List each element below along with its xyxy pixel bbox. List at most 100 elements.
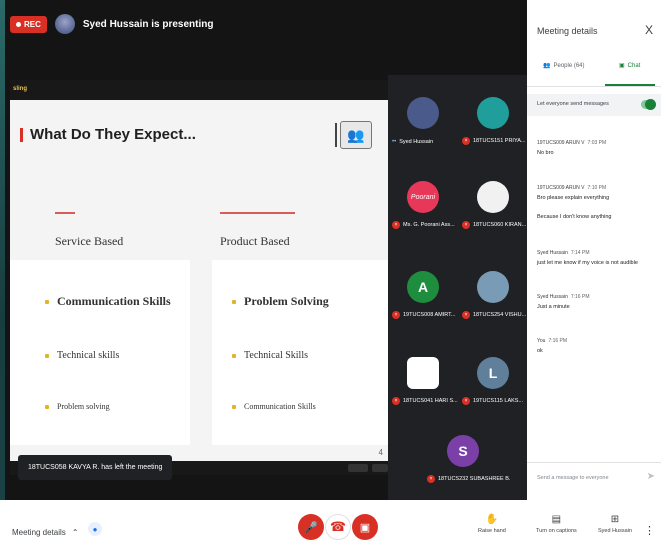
message-meta: Syed Hussain 7:14 PM	[537, 250, 655, 256]
captions-button[interactable]: ▤ Turn on captions	[536, 514, 577, 534]
message-time: 7:03 PM	[587, 140, 607, 146]
item-label: Communication Skills	[244, 402, 316, 411]
meeting-details-panel: Meeting details X 👥 People (64) ▣ Chat L…	[527, 0, 661, 500]
chat-message: Syed Hussain 7:14 PM just let me know if …	[537, 250, 655, 266]
tab-people[interactable]: 👥 People (64)	[543, 62, 585, 70]
mic-off-icon: ×	[392, 397, 400, 405]
shield-icon[interactable]: ●	[88, 522, 102, 536]
phone-hangup-icon: ☎	[329, 519, 347, 534]
present-now-button[interactable]: ⊞ Syed Hussain	[598, 514, 632, 534]
chat-input-area: Send a message to everyone ➤	[527, 462, 661, 492]
title-accent-bar	[20, 127, 23, 142]
slide-nav-control[interactable]	[348, 464, 368, 472]
participant-name: 18TUCS041 HARI S...	[403, 398, 458, 404]
send-icon[interactable]: ➤	[647, 471, 655, 482]
slide-logo-icon: sling	[13, 86, 28, 92]
captions-label: Turn on captions	[536, 528, 577, 534]
mic-off-icon: ×	[462, 397, 470, 405]
close-icon[interactable]: X	[645, 23, 653, 37]
participant-label: × 19TUCS115 LAKS...	[462, 397, 523, 405]
participant-label: × 19TUCS008 AMIRT...	[392, 311, 455, 319]
recording-label: REC	[24, 19, 41, 29]
bullet-icon	[45, 353, 49, 358]
avatar: Poorani	[407, 181, 439, 213]
participant-name: 18TUCS232 SUBASHREE B.	[438, 476, 511, 482]
setting-label: Let everyone send messages	[537, 101, 609, 107]
list-item: Problem solving	[45, 402, 110, 411]
presentation-slide: sling What Do They Expect... 👥 Service B…	[10, 80, 393, 475]
hang-up-button[interactable]: ☎	[325, 514, 351, 540]
bullet-icon	[232, 404, 236, 409]
avatar	[407, 357, 439, 389]
participant-name: 18TUCS060 KIRAN...	[473, 222, 527, 228]
bullet-icon	[45, 404, 49, 409]
participant-label: •• Syed Hussain	[392, 139, 433, 145]
people-icon: 👥	[340, 121, 372, 149]
message-sender: 19TUCS009 ARUN V	[537, 140, 585, 146]
item-label: Problem Solving	[244, 294, 329, 308]
avatar: L	[477, 357, 509, 389]
present-icon: ⊞	[610, 514, 620, 525]
mic-off-icon: ×	[462, 221, 470, 229]
presenting-label: Syed Hussain is presenting	[82, 18, 214, 30]
participant-name: Syed Hussain	[399, 139, 434, 145]
right-column-card: Problem Solving Technical Skills Communi…	[212, 260, 388, 445]
item-label: Technical skills	[57, 350, 120, 361]
participant-tile[interactable]: •• Syed Hussain	[388, 87, 458, 147]
slide-icon-bar	[335, 123, 337, 147]
list-item: Technical Skills	[232, 350, 308, 361]
tab-people-label: People (64)	[553, 62, 585, 69]
participant-name: 18TUCS151 PRIYA...	[473, 138, 526, 144]
avatar	[477, 181, 509, 213]
recording-badge: REC	[10, 15, 47, 33]
participant-name: 18TUCS254 VISHU...	[473, 312, 527, 318]
avatar: A	[407, 271, 439, 303]
participant-tile[interactable]: × 18TUCS151 PRIYA...	[458, 87, 528, 147]
list-item: Problem Solving	[232, 294, 329, 309]
participant-tile[interactable]: L × 19TUCS115 LAKS...	[458, 347, 528, 407]
raise-hand-button[interactable]: ✋ Raise hand	[478, 514, 506, 534]
participant-tile[interactable]: S × 18TUCS232 SUBASHREE B.	[423, 425, 510, 485]
item-label: Technical Skills	[244, 350, 309, 361]
participant-name: 19TUCS008 AMIRT...	[403, 312, 456, 318]
message-meta: You 7:16 PM	[537, 338, 655, 344]
camera-off-icon: ▣	[359, 521, 371, 534]
meeting-details-button[interactable]: Meeting details ⌃	[12, 528, 79, 537]
message-time: 7:16 PM	[570, 294, 590, 300]
participant-label: × 18TUCS254 VISHU...	[462, 311, 526, 319]
camera-off-button[interactable]: ▣	[352, 514, 378, 540]
left-meeting-toast: 18TUCS058 KAVYA R. has left the meeting	[18, 455, 173, 480]
microphone-off-button[interactable]: 🎤	[298, 514, 324, 540]
mic-off-icon: 🎤	[304, 521, 318, 534]
message-meta: 19TUCS009 ARUN V 7:10 PM	[537, 185, 655, 191]
people-icon: 👥	[543, 63, 551, 69]
slide-fullscreen-control[interactable]	[372, 464, 388, 472]
left-column-header: Service Based	[55, 234, 124, 248]
participant-tile[interactable]: × 18TUCS254 VISHU...	[458, 261, 528, 321]
tab-chat-label: Chat	[627, 62, 641, 69]
send-messages-toggle[interactable]	[641, 99, 656, 110]
slide-page-number: 4	[378, 448, 383, 457]
chat-input[interactable]: Send a message to everyone	[537, 475, 609, 481]
more-options-icon[interactable]: ⋮	[644, 524, 655, 537]
participant-tile[interactable]: × 18TUCS060 KIRAN...	[458, 171, 528, 231]
participant-tile[interactable]: × 18TUCS041 HARI S...	[388, 347, 458, 407]
mic-off-icon: ×	[392, 221, 400, 229]
participant-label: × 18TUCS151 PRIYA...	[462, 137, 525, 145]
bullet-icon	[45, 299, 49, 304]
toggle-knob	[645, 99, 656, 110]
participant-name: Ms. G. Poorani Ass...	[403, 222, 455, 228]
message-text: Bro please explain everything	[537, 195, 610, 201]
presenter-avatar	[54, 14, 75, 34]
participant-tile[interactable]: Poorani × Ms. G. Poorani Ass...	[388, 171, 458, 231]
slide-people-icon: 👥	[335, 120, 385, 150]
participant-tile[interactable]: A × 19TUCS008 AMIRT...	[388, 261, 458, 321]
message-text: Because I don't know anything	[537, 214, 612, 220]
tab-chat[interactable]: ▣ Chat	[619, 62, 641, 70]
message-text: No bro	[537, 150, 554, 156]
avatar	[477, 97, 509, 129]
mic-off-icon: ×	[427, 475, 435, 483]
presenting-owner-label: Syed Hussain	[598, 528, 632, 534]
chat-message: 19TUCS009 ARUN V 7:10 PM Bro please expla…	[537, 185, 655, 220]
mic-off-icon: ×	[462, 137, 470, 145]
